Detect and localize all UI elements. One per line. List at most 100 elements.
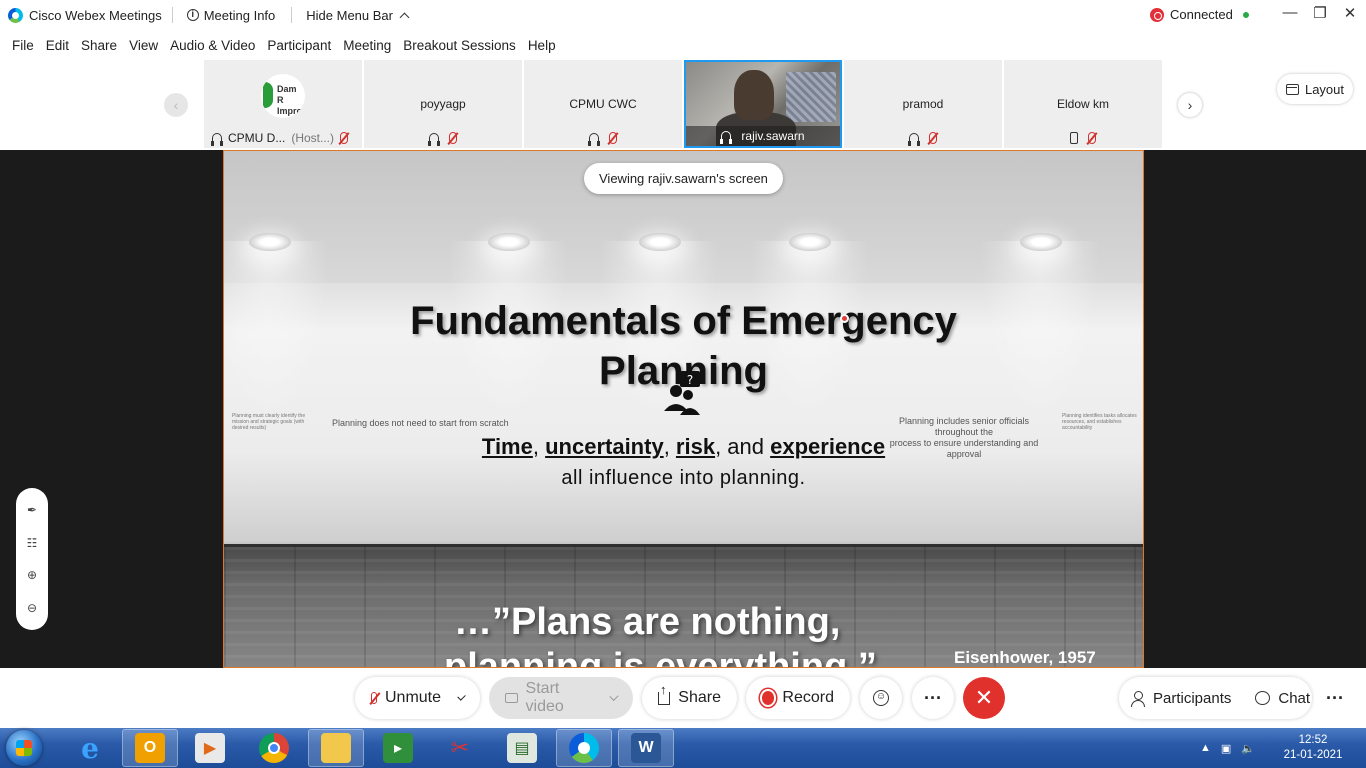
meeting-info-button[interactable]: i Meeting Info [181, 8, 282, 23]
menu-audio-video[interactable]: Audio & Video [164, 38, 261, 53]
participant-tile-poyyagp[interactable]: poyyagp [364, 60, 522, 148]
participant-status-bar [524, 128, 682, 148]
project-taskbar[interactable]: ▸ [370, 729, 426, 767]
shared-screen-stage: Fundamentals of Emergency Planning ? Pla… [0, 150, 1366, 668]
start-button[interactable] [6, 730, 42, 766]
chevron-down-icon[interactable] [609, 691, 619, 701]
taskbar-clock[interactable]: 12:52 21-01-2021 [1280, 733, 1346, 763]
snipping-tool-taskbar[interactable]: ✂ [432, 729, 488, 767]
menu-participant[interactable]: Participant [261, 38, 337, 53]
remote-control-icon[interactable]: ☷ [23, 534, 41, 552]
participant-status-bar [364, 128, 522, 148]
chat-label: Chat [1278, 689, 1311, 707]
remote-cursor [840, 314, 849, 323]
connection-status[interactable]: Connected [1150, 7, 1249, 22]
mic-muted-icon [929, 132, 937, 144]
menu-edit[interactable]: Edit [40, 38, 75, 53]
webex-logo-icon [8, 7, 23, 23]
slide-tiny-note-left: Planning must clearly identify the missi… [232, 413, 306, 431]
participant-tile-eldow-km[interactable]: Eldow km [1004, 60, 1162, 148]
more-panels-label: ··· [1326, 687, 1344, 708]
meeting-controls: Unmute Start video Share Record ☺ ··· ✕ … [0, 668, 1366, 728]
volume-icon[interactable]: 🔈 [1241, 742, 1255, 755]
reactions-button[interactable]: ☺ [860, 677, 902, 719]
layout-icon [1285, 83, 1299, 95]
participant-tile-cpmu-cwc[interactable]: CPMU CWC [524, 60, 682, 148]
document-viewer-taskbar[interactable]: ▤ [494, 729, 550, 767]
participant-name: CPMU D... [228, 131, 286, 145]
document-icon: ▤ [507, 733, 537, 763]
menu-meeting[interactable]: Meeting [337, 38, 397, 53]
info-icon: i [186, 9, 199, 21]
hide-menu-bar-button[interactable]: Hide Menu Bar [300, 8, 414, 23]
chat-icon [1255, 691, 1271, 705]
connection-label: Connected [1170, 7, 1233, 22]
smiley-icon: ☺ [873, 690, 889, 706]
app-name: Cisco Webex Meetings [29, 7, 162, 23]
webex-taskbar[interactable] [556, 729, 612, 767]
scroll-right-button[interactable]: › [1178, 93, 1202, 117]
outlook-icon: O [135, 733, 165, 763]
network-icon[interactable]: ▣ [1221, 742, 1231, 755]
internet-explorer-taskbar[interactable]: e [62, 729, 118, 767]
file-explorer-taskbar[interactable] [308, 729, 364, 767]
annotate-pen-icon[interactable]: ✒ [23, 501, 41, 519]
zoom-out-icon[interactable]: ⊖ [23, 599, 41, 617]
participant-tile-pramod[interactable]: pramod [844, 60, 1002, 148]
participant-tile-rajiv-sawarn[interactable]: rajiv.sawarn [684, 60, 842, 148]
chevron-down-icon[interactable] [457, 691, 466, 701]
minimize-icon[interactable]: — [1275, 4, 1305, 21]
title-separator [171, 7, 173, 23]
title-bar: Cisco Webex Meetings i Meeting Info Hide… [0, 0, 1366, 30]
participant-status-bar [844, 128, 1002, 148]
end-meeting-button[interactable]: ✕ [963, 677, 1005, 719]
more-panels-button[interactable]: ··· [1314, 677, 1356, 719]
participant-tile-host[interactable]: Dam R Improv CPMU D... (Host...) [204, 60, 362, 148]
share-button[interactable]: Share [642, 677, 737, 719]
menu-view[interactable]: View [123, 38, 164, 53]
participant-name: Eldow km [1056, 97, 1109, 111]
scroll-left-button[interactable]: ‹ [164, 93, 188, 117]
more-options-button[interactable]: ··· [912, 677, 954, 719]
headset-icon [211, 132, 223, 146]
unmute-button[interactable]: Unmute [355, 677, 480, 719]
menu-bar: File Edit Share View Audio & Video Parti… [0, 30, 1366, 60]
participant-strip: ‹ Dam R Improv CPMU D... (Host...) poyya… [0, 60, 1366, 150]
slide-title-line1: Fundamentals of Emergency [410, 299, 957, 343]
menu-share[interactable]: Share [75, 38, 123, 53]
outlook-taskbar[interactable]: O [122, 729, 178, 767]
close-icon[interactable]: ✕ [1335, 4, 1365, 22]
ceiling-lamp [249, 233, 291, 251]
record-button[interactable]: Record [746, 677, 850, 719]
layout-button[interactable]: Layout [1277, 74, 1353, 104]
chrome-icon [259, 733, 289, 763]
subtitle-uncertainty: uncertainty [545, 434, 664, 459]
menu-breakout-sessions[interactable]: Breakout Sessions [397, 38, 522, 53]
chat-button[interactable]: Chat [1243, 677, 1322, 719]
media-player-taskbar[interactable]: ▶ [182, 729, 238, 767]
app-title: Cisco Webex Meetings [0, 7, 162, 23]
unmute-label: Unmute [384, 689, 442, 706]
snipping-tool-icon: ✂ [450, 735, 470, 760]
more-label: ··· [924, 687, 942, 708]
participants-button[interactable]: Participants [1119, 677, 1243, 719]
word-taskbar[interactable]: W [618, 729, 674, 767]
subtitle-and: , and [715, 434, 771, 459]
menu-help[interactable]: Help [522, 38, 562, 53]
start-video-label: Start video [525, 680, 564, 715]
start-video-button[interactable]: Start video [489, 677, 633, 719]
project-icon: ▸ [383, 733, 413, 763]
chrome-taskbar[interactable] [246, 729, 302, 767]
share-icon [658, 682, 671, 705]
slide-quote-line1: …”Plans are nothing, [454, 601, 841, 643]
panel-buttons: Participants Chat [1119, 677, 1312, 719]
chevron-up-icon [399, 12, 410, 22]
tray-expand-icon[interactable]: ▲ [1200, 742, 1211, 754]
meeting-info-label: Meeting Info [203, 7, 276, 23]
system-tray: ▲ ▣ 🔈 [1200, 728, 1255, 768]
zoom-in-icon[interactable]: ⊕ [23, 566, 41, 584]
menu-file[interactable]: File [6, 38, 40, 53]
close-icon: ✕ [974, 685, 994, 710]
ceiling-lamp [639, 233, 681, 251]
restore-icon[interactable]: ❐ [1305, 4, 1335, 22]
